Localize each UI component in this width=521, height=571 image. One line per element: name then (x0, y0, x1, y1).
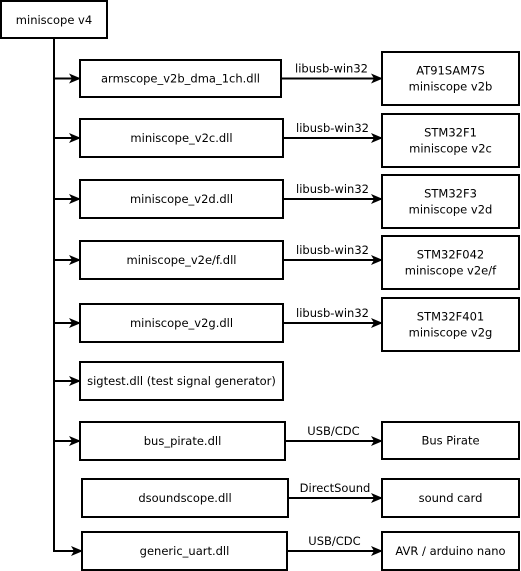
target-label: miniscope v2c (409, 142, 492, 156)
link-label: libusb-win32 (295, 62, 368, 76)
dll-label: bus_pirate.dll (144, 434, 222, 448)
row: sigtest.dll (test signal generator) (54, 361, 284, 401)
target-label: STM32F3 (424, 187, 477, 201)
dll-label: miniscope_v2e/f.dll (127, 253, 237, 267)
link-label: DirectSound (300, 481, 371, 495)
dll-label: miniscope_v2d.dll (130, 192, 233, 206)
target-label: STM32F042 (417, 248, 484, 262)
link-label: USB/CDC (308, 534, 360, 548)
row: generic_uart.dll USB/CDC AVR / arduino nan… (54, 531, 520, 571)
target-node (381, 174, 520, 229)
target-label: STM32F401 (417, 310, 484, 324)
target-label: sound card (419, 491, 483, 505)
target-label: AVR / arduino nano (395, 544, 505, 558)
row: miniscope_v2g.dll libusb-win32 STM32F401 mi… (54, 297, 520, 352)
dll-label: miniscope_v2c.dll (130, 131, 232, 145)
root-label: miniscope v4 (16, 13, 92, 27)
target-label: STM32F1 (424, 126, 477, 140)
target-label: miniscope v2b (409, 80, 493, 94)
row: miniscope_v2c.dll libusb-win32 STM32F1 mini… (54, 113, 520, 168)
dll-label: dsoundscope.dll (138, 491, 231, 505)
target-label: AT91SAM7S (416, 64, 485, 78)
link-label: USB/CDC (307, 424, 359, 438)
link-label: libusb-win32 (296, 182, 369, 196)
target-node (381, 51, 520, 106)
target-label: miniscope v2g (409, 326, 493, 340)
row: bus_pirate.dll USB/CDC Bus Pirate (54, 421, 520, 461)
link-label: libusb-win32 (296, 306, 369, 320)
target-node (381, 297, 520, 352)
architecture-diagram: miniscope v4 armscope_v2b_dma_1ch.dlllib… (0, 0, 520, 571)
target-node (381, 235, 520, 290)
root-node: miniscope v4 (0, 0, 108, 39)
link-label: libusb-win32 (296, 121, 369, 135)
dll-label: miniscope_v2g.dll (130, 316, 233, 330)
target-label: miniscope v2d (409, 203, 493, 217)
row: dsoundscope.dll DirectSound sound card (81, 478, 520, 518)
dll-label: generic_uart.dll (140, 544, 230, 558)
row: armscope_v2b_dma_1ch.dll libusb-win32 AT91… (54, 51, 520, 106)
target-node (381, 113, 520, 168)
target-label: Bus Pirate (421, 434, 479, 448)
row: miniscope_v2d.dll libusb-win32 STM32F3 mini… (54, 174, 520, 229)
dll-label: sigtest.dll (test signal generator) (87, 374, 276, 388)
row: miniscope_v2e/f.dll libusb-win32 STM32F042… (54, 235, 520, 290)
dll-label: armscope_v2b_dma_1ch.dll (101, 72, 260, 86)
target-label: miniscope v2e/f (405, 264, 497, 278)
link-label: libusb-win32 (296, 243, 369, 257)
